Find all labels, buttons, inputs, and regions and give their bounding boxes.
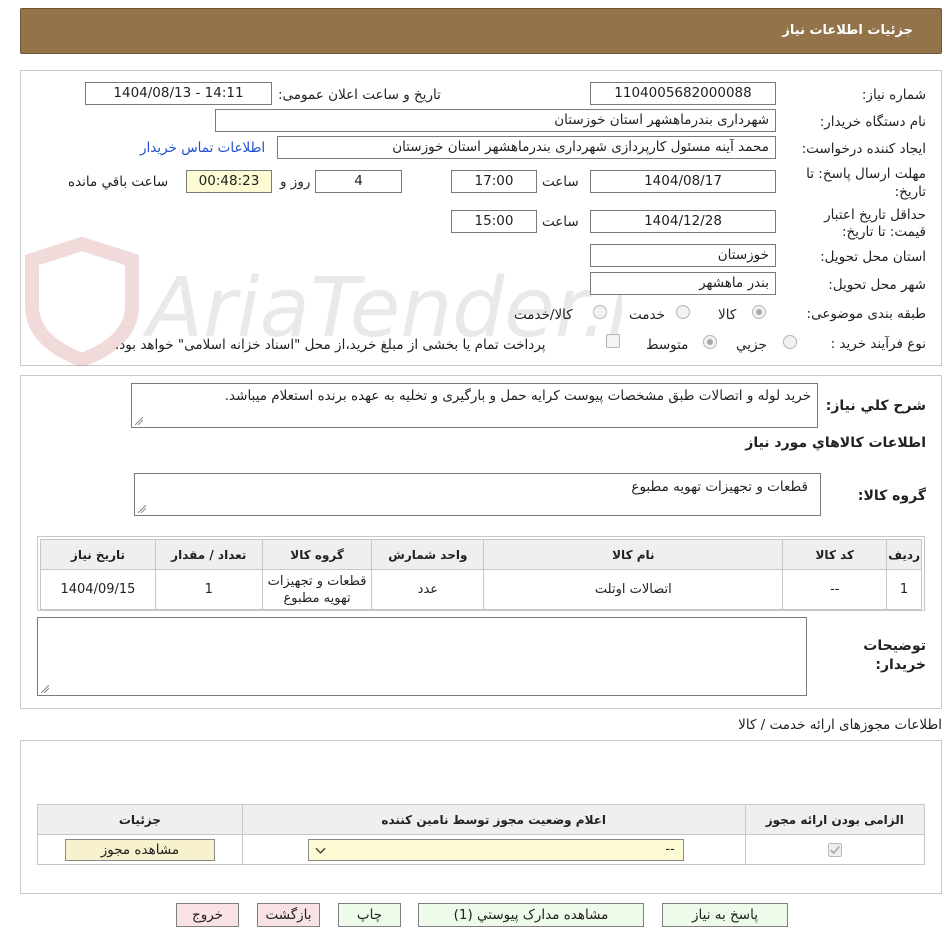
days-label: روز و — [280, 174, 311, 190]
cell-permit-status: -- — [241, 834, 746, 865]
creator-label: ایجاد کننده درخواست: — [801, 141, 926, 157]
col-header-goods-group: گروه کالا — [261, 539, 373, 570]
description-text: خرید لوله و اتصالات طبق مشخصات پیوست کرا… — [224, 388, 811, 404]
announce-date-field: 1404/08/13 - 14:11 — [85, 82, 272, 105]
permits-table-header: الزامی بودن ارائه مجوز اعلام وضعیت مجوز … — [37, 804, 926, 835]
announce-date-label: تاریخ و ساعت اعلان عمومی: — [278, 87, 441, 103]
validity-time-field: 15:00 — [451, 210, 537, 233]
remaining-time-field: 00:48:23 — [186, 170, 272, 193]
goods-table: ردیف کد کالا نام کالا واحد شمارش گروه کا… — [40, 539, 922, 610]
price-validity-label: حداقل تاریخ اعتبار — [824, 207, 926, 223]
purchase-type-option-medium: متوسط — [646, 337, 689, 353]
description-label: شرح کلي نیاز: — [825, 398, 926, 414]
view-attachments-button[interactable]: مشاهده مدارک پیوستي (1) — [418, 903, 644, 927]
cell-permit-required — [744, 834, 926, 865]
resize-grip-icon — [135, 417, 143, 425]
page-header-bar: جزئیات اطلاعات نیاز — [20, 8, 942, 54]
resize-grip-icon — [138, 505, 146, 513]
cell-goods-name: اتصالات اوتلت — [483, 569, 784, 610]
buyer-notes-textarea[interactable] — [37, 617, 807, 696]
table-row: 1 -- اتصالات اوتلت عدد قطعات و تجهیزات ت… — [40, 569, 922, 610]
buyer-notes-label-2: خریدار: — [875, 657, 926, 673]
resize-grip-icon — [41, 685, 49, 693]
cell-goods-code: -- — [782, 569, 888, 610]
cell-row-number: 1 — [886, 569, 922, 610]
reply-to-need-button[interactable]: پاسخ به نیاز — [662, 903, 788, 927]
check-icon — [829, 845, 840, 854]
view-permit-button[interactable]: مشاهده مجوز — [64, 838, 215, 861]
purchase-type-radio-minor[interactable] — [783, 335, 797, 349]
days-remaining-field: 4 — [315, 170, 402, 193]
buyer-notes-label: توضیحات — [863, 638, 926, 654]
col-header-need-date: تاریخ نیاز — [40, 539, 156, 570]
category-radio-goods-service[interactable] — [593, 305, 607, 319]
validity-time-label: ساعت — [542, 214, 579, 230]
col-header-row-number: ردیف — [886, 539, 922, 570]
price-validity-label-2: قیمت: تا تاریخ: — [842, 224, 926, 240]
cell-permit-details: مشاهده مجوز — [37, 834, 243, 865]
permits-table: الزامی بودن ارائه مجوز اعلام وضعیت مجوز … — [37, 804, 926, 865]
purchase-type-option-minor: جزیي — [736, 337, 767, 353]
category-label: طبقه بندی موضوعی: — [806, 306, 926, 322]
table-row: -- مشاهده مجوز — [37, 834, 926, 865]
province-label: استان محل تحویل: — [820, 249, 926, 265]
treasury-payment-checkbox[interactable] — [606, 334, 620, 348]
col-header-goods-code: کد کالا — [782, 539, 888, 570]
chevron-down-icon — [315, 847, 326, 854]
purchase-type-radio-medium[interactable] — [703, 335, 717, 349]
goods-group-value: قطعات و تجهیزات تهویه مطبوع — [631, 479, 808, 495]
remaining-time-label: ساعت باقي مانده — [68, 174, 169, 190]
reply-time-label: ساعت — [542, 174, 579, 190]
category-option-service: خدمت — [629, 307, 665, 323]
reply-time-field: 17:00 — [451, 170, 537, 193]
category-option-goods-service: کالا/خدمت — [514, 307, 573, 323]
cell-quantity: 1 — [154, 569, 263, 610]
exit-button[interactable]: خروج — [176, 903, 239, 927]
col-header-permit-details: جزئیات — [37, 804, 243, 835]
col-header-goods-name: نام کالا — [483, 539, 784, 570]
buyer-contact-link[interactable]: اطلاعات تماس خریدار — [140, 140, 265, 156]
creator-field: محمد آینه مسئول کارپردازی شهرداری بندرما… — [277, 136, 776, 159]
treasury-payment-note: پرداخت تمام یا بخشی از مبلغ خرید،از محل … — [115, 337, 546, 353]
col-header-permit-required: الزامی بودن ارائه مجوز — [744, 804, 926, 835]
col-header-unit: واحد شمارش — [371, 539, 485, 570]
page-title: جزئیات اطلاعات نیاز — [782, 23, 913, 38]
category-radio-service[interactable] — [676, 305, 690, 319]
cell-unit: عدد — [371, 569, 485, 610]
reply-date-field: 1404/08/17 — [590, 170, 776, 193]
print-button[interactable]: چاپ — [338, 903, 401, 927]
goods-group-textarea[interactable]: قطعات و تجهیزات تهویه مطبوع — [134, 473, 821, 516]
cell-need-date: 1404/09/15 — [40, 569, 156, 610]
city-label: شهر محل تحویل: — [828, 277, 926, 293]
province-field: خوزستان — [590, 244, 776, 267]
permits-title: اطلاعات مجوزهای ارائه خدمت / کالا — [738, 717, 942, 733]
category-radio-goods[interactable] — [752, 305, 766, 319]
validity-date-field: 1404/12/28 — [590, 210, 776, 233]
col-header-quantity: تعداد / مقدار — [154, 539, 263, 570]
reply-deadline-label-2: تاریخ: — [894, 184, 926, 200]
category-option-goods: کالا — [718, 307, 737, 323]
city-field: بندر ماهشهر — [590, 272, 776, 295]
buyer-org-field: شهرداری بندرماهشهر استان خوزستان — [215, 109, 776, 132]
goods-group-label: گروه کالا: — [857, 488, 926, 504]
back-button[interactable]: بازگشت — [257, 903, 320, 927]
permit-status-value: -- — [665, 841, 675, 857]
goods-table-header: ردیف کد کالا نام کالا واحد شمارش گروه کا… — [40, 539, 922, 570]
permit-status-select[interactable]: -- — [307, 838, 684, 861]
need-number-label: شماره نیاز: — [861, 87, 926, 103]
description-textarea[interactable]: خرید لوله و اتصالات طبق مشخصات پیوست کرا… — [131, 383, 818, 428]
need-number-field: 1104005682000088 — [590, 82, 776, 105]
col-header-permit-status: اعلام وضعیت مجوز توسط نامین کننده — [241, 804, 746, 835]
cell-goods-group: قطعات و تجهیزات تهویه مطبوع — [261, 569, 373, 610]
permit-required-checkbox[interactable] — [827, 842, 842, 857]
goods-section-title: اطلاعات کالاهاي مورد نیاز — [745, 435, 926, 451]
purchase-type-label: نوع فرآیند خرید : — [830, 336, 926, 352]
reply-deadline-label: مهلت ارسال پاسخ: تا — [806, 166, 926, 182]
buyer-org-label: نام دستگاه خریدار: — [819, 114, 926, 130]
